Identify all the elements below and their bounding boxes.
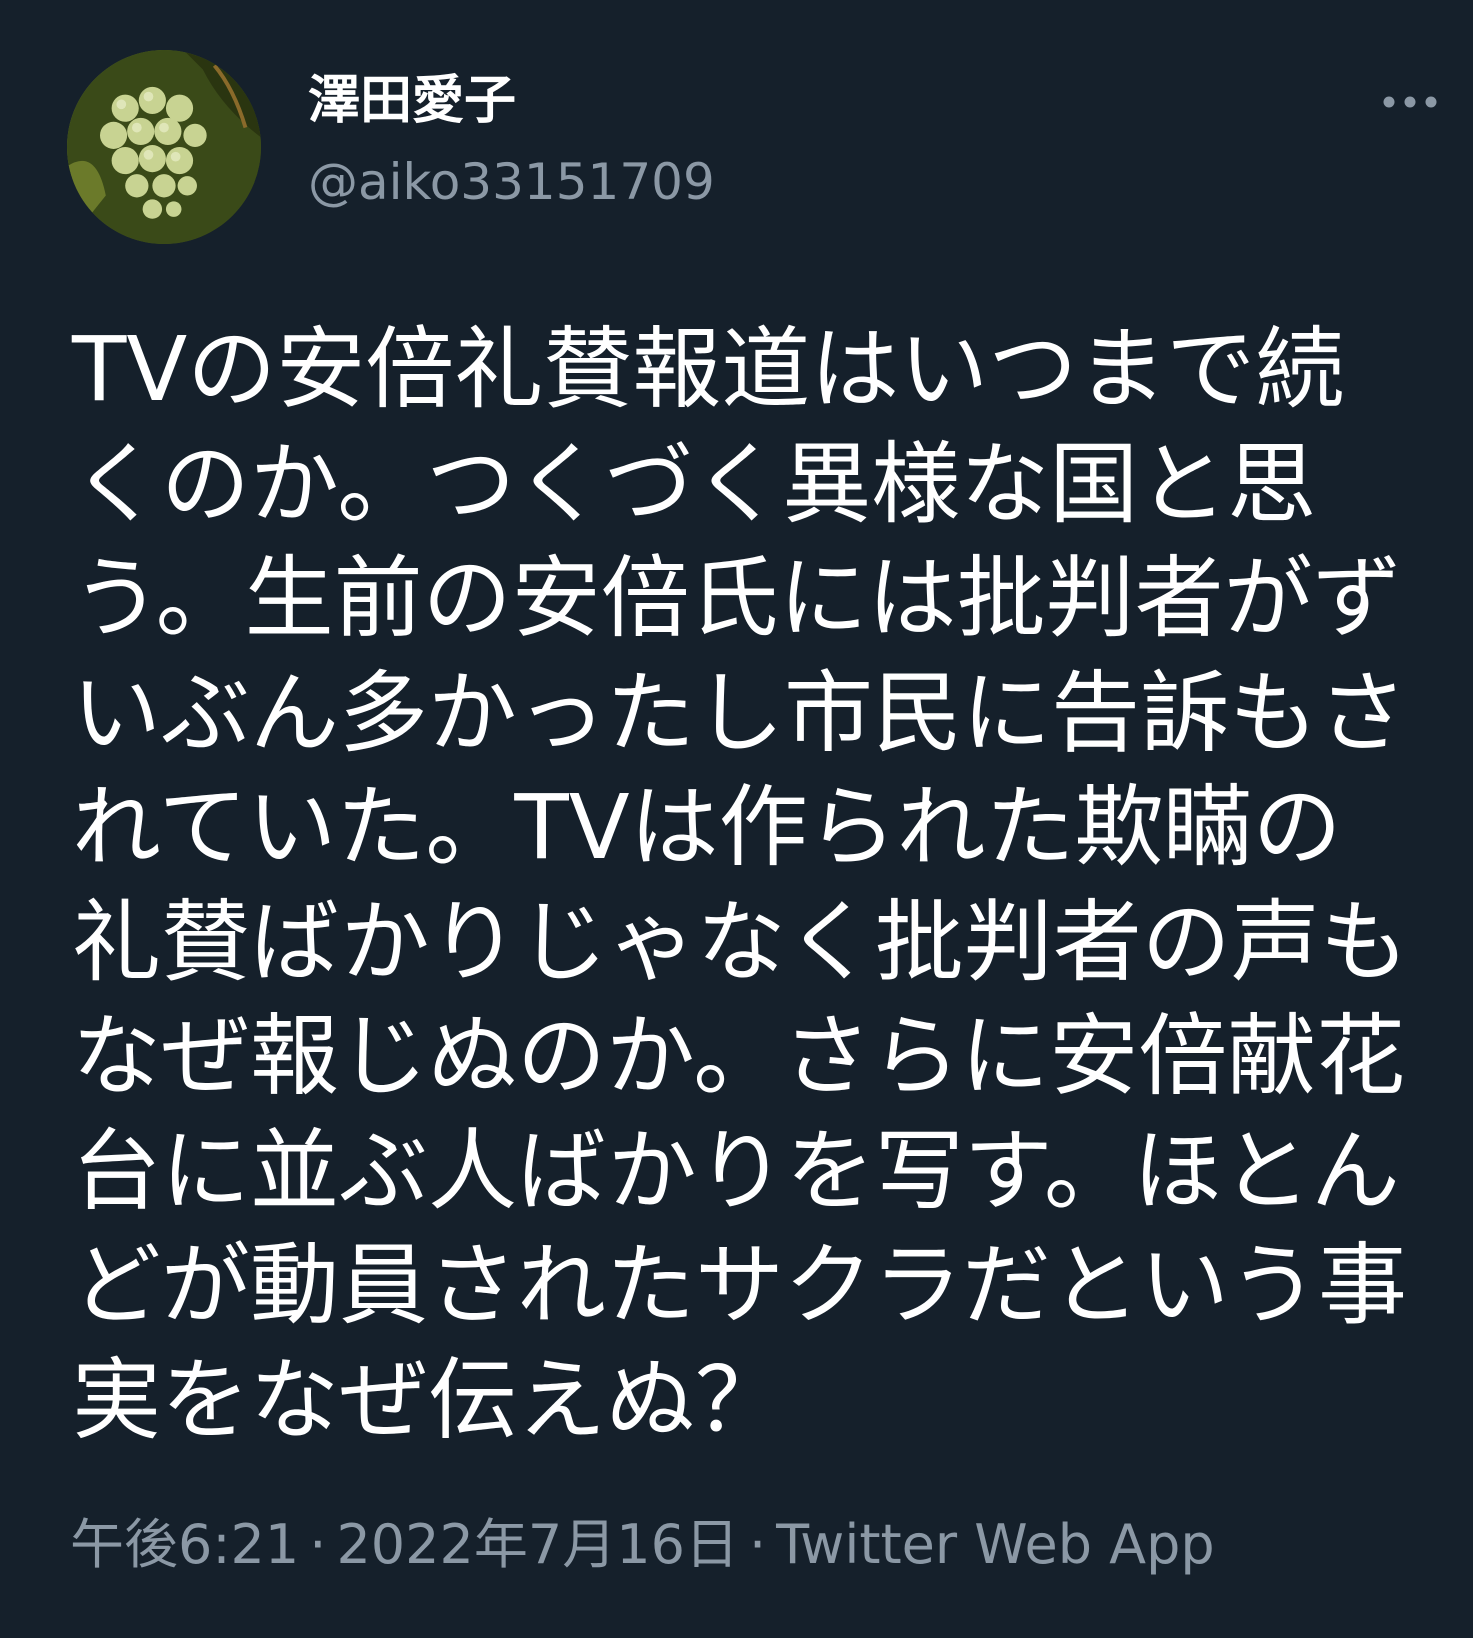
more-options-button[interactable] — [1375, 78, 1445, 126]
tweet-metadata: 午後6:21 · 2022年7月16日 · Twitter Web App — [70, 1512, 1215, 1578]
more-horizontal-icon — [1383, 96, 1437, 108]
avatar[interactable] — [67, 50, 261, 244]
tweet-date[interactable]: 2022年7月16日 — [336, 1513, 739, 1576]
user-handle[interactable]: @aiko33151709 — [308, 150, 715, 214]
separator-dot: · — [748, 1513, 767, 1576]
grapes-avatar-image — [67, 50, 261, 244]
separator-dot: · — [309, 1513, 327, 1576]
tweet: 澤田愛子 @aiko33151709 TVの安倍礼賛報道はいつまで続くのか。つく… — [0, 0, 1473, 1638]
tweet-time[interactable]: 午後6:21 — [70, 1513, 299, 1576]
tweet-text: TVの安倍礼賛報道はいつまで続くのか。つくづく異様な国と思う。生前の安倍氏には批… — [72, 317, 1409, 1452]
display-name[interactable]: 澤田愛子 — [308, 66, 516, 136]
tweet-source-link[interactable]: Twitter Web App — [776, 1513, 1215, 1576]
